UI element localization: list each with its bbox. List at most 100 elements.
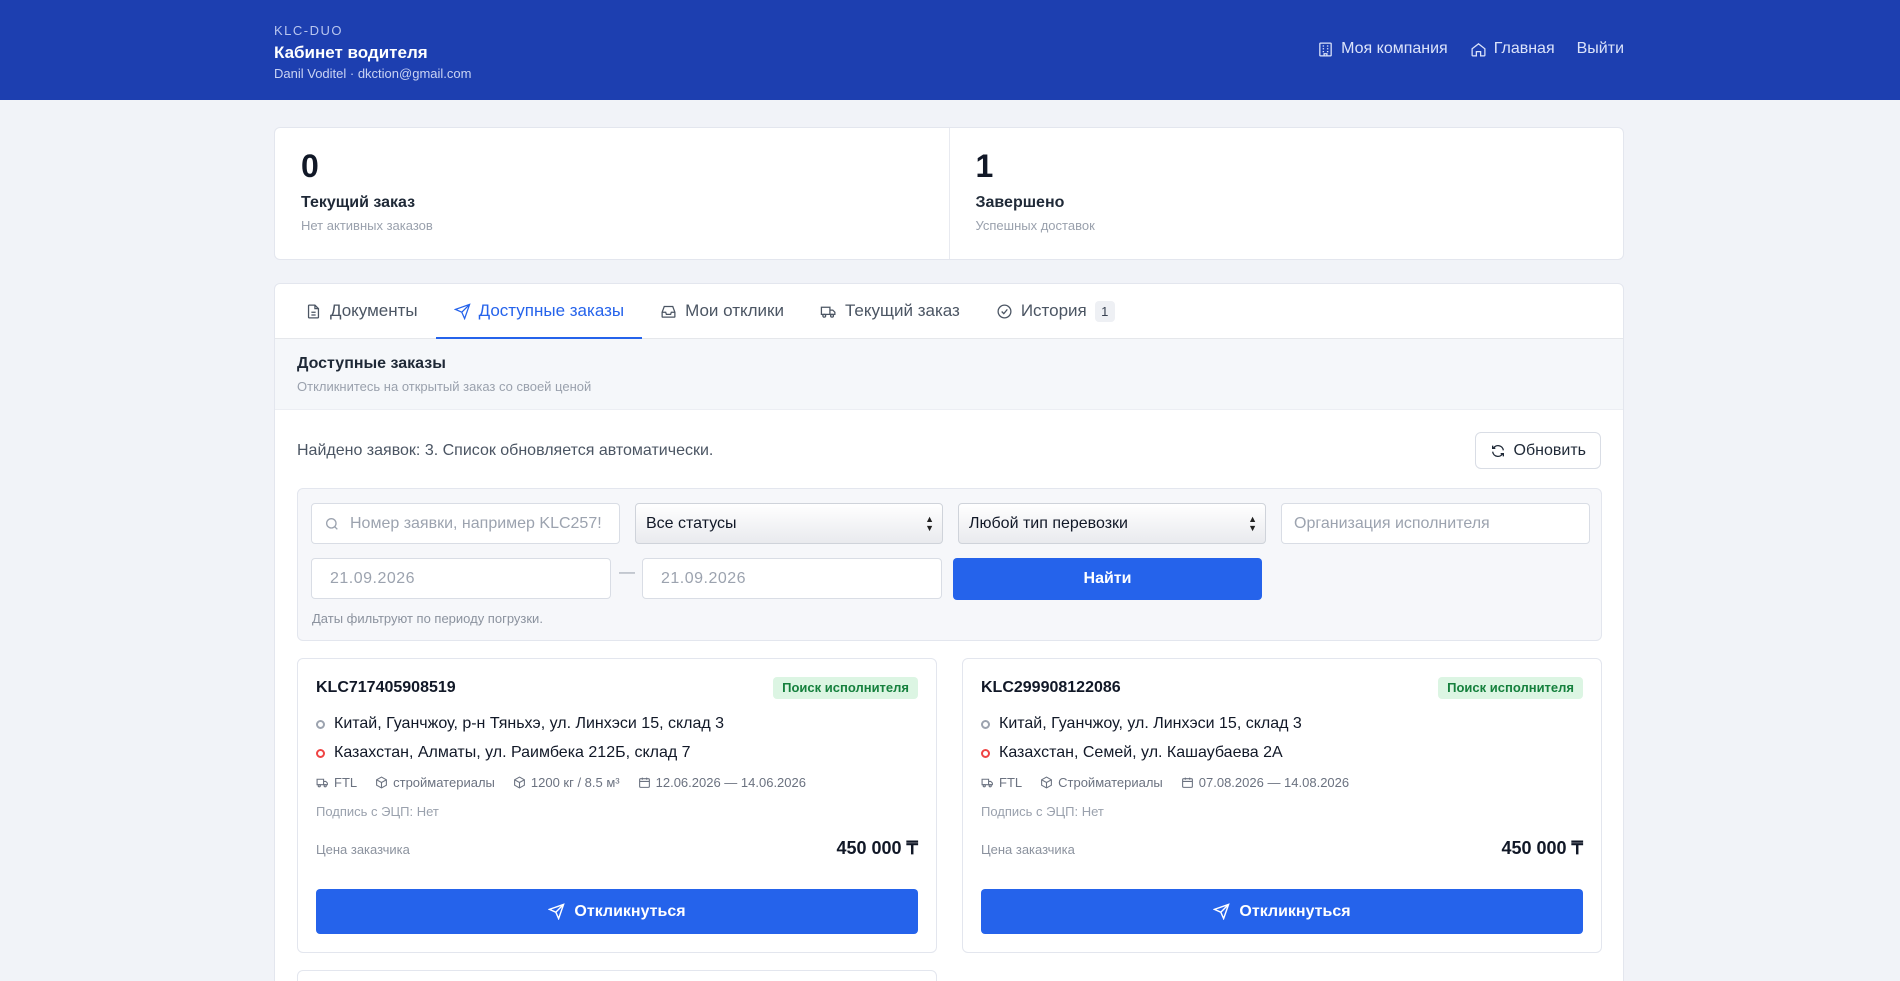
destination-dot-icon [981,748,990,758]
document-icon [307,303,320,319]
find-button[interactable]: Найти [953,558,1262,600]
tab-label: Мои отклики [685,301,784,320]
tab-available-orders[interactable]: Доступные заказы [435,284,643,339]
history-count-badge: 1 [1094,300,1115,322]
status-select-value: Все статусы [646,514,737,532]
status-select[interactable]: Все статусы ▲ ▼ [635,503,943,544]
respond-button[interactable]: Откликнуться [316,889,918,934]
top-nav: Моя компания Главная Выйти [1317,40,1624,58]
meta-cargo-text: стройматериалы [393,775,495,790]
refresh-icon [1491,444,1504,457]
tab-current-order[interactable]: Текущий заказ [802,284,978,338]
nav-my-company-label: Моя компания [1341,40,1448,57]
route-to: Казахстан, Семей, ул. Кашаубаева 2А [981,744,1283,762]
tab-label: Текущий заказ [844,301,960,320]
meta-type: FTL [316,775,357,790]
status-badge: Поиск исполнителя [773,677,918,699]
price-label: Цена заказчика [981,842,1075,857]
route-from-text: Китай, Гуанчжоу, р-н Тяньхэ, ул. Линхэси… [334,715,725,732]
date-from-input[interactable]: 21.09.2026 [311,558,611,599]
page-title: Кабинет водителя [274,43,428,62]
route-to-text: Казахстан, Семей, ул. Кашаубаева 2А [999,744,1283,761]
refresh-label: Обновить [1513,441,1586,459]
top-header: KLC-DUO Кабинет водителя Danil Voditel ·… [0,0,1900,100]
search-icon [326,517,338,530]
home-icon [1471,42,1486,57]
orders-panel: Документы Доступные заказы Мои отклики Т… [274,283,1624,981]
meta-type: FTL [981,775,1022,790]
order-card-partial [297,970,937,981]
inbox-icon [661,305,676,318]
refresh-button[interactable]: Обновить [1474,432,1601,469]
calendar-icon [1181,777,1193,788]
transport-type-select[interactable]: Любой тип перевозки ▲ ▼ [958,503,1266,544]
stats-panel: 0 Текущий заказ Нет активных заказов 1 З… [274,127,1624,260]
tab-label: История [1020,301,1087,320]
status-badge: Поиск исполнителя [1438,677,1583,699]
stat-label: Текущий заказ [301,193,416,211]
meta-weight-text: 1200 кг / 8.5 м³ [530,775,620,790]
filters-panel: Номер заявки, например KLC257! Все стату… [297,488,1602,641]
send-icon [1213,903,1231,920]
select-arrows-icon: ▲ ▼ [925,514,934,533]
route-from-text: Китай, Гуанчжоу, ул. Линхэси 15, склад 3 [999,715,1302,732]
stat-value: 0 [301,148,319,184]
route-from: Китай, Гуанчжоу, ул. Линхэси 15, склад 3 [981,715,1302,733]
date-to-value: 21.09.2026 [661,569,747,587]
meta-cargo: стройматериалы [375,775,495,790]
meta-dates-text: 12.06.2026 — 14.06.2026 [655,775,806,790]
tab-documents[interactable]: Документы [287,284,436,338]
section-subtitle: Откликнитесь на открытый заказ со своей … [297,379,592,394]
package-icon [1041,776,1053,789]
destination-dot-icon [316,748,325,758]
nav-logout-label: Выйти [1576,40,1624,57]
organization-placeholder: Организация исполнителя [1294,514,1490,532]
stat-current-order: 0 Текущий заказ Нет активных заказов [275,128,949,259]
route-to: Казахстан, Алматы, ул. Раимбека 212Б, ск… [316,744,691,762]
calendar-icon [638,777,650,788]
nav-logout[interactable]: Выйти [1577,40,1624,58]
price-label: Цена заказчика [316,842,410,857]
meta-cargo-text: Стройматериалы [1058,775,1163,790]
search-placeholder: Номер заявки, например KLC257! [350,514,602,532]
tab-history[interactable]: История 1 [978,284,1133,338]
respond-label: Откликнуться [1239,902,1351,920]
meta-dates-text: 07.08.2026 — 14.08.2026 [1198,775,1350,790]
filter-hint: Даты фильтруют по периоду погрузки. [312,611,543,626]
search-input[interactable]: Номер заявки, например KLC257! [311,503,620,544]
package-icon [376,776,388,789]
route-from: Китай, Гуанчжоу, р-н Тяньхэ, ул. Линхэси… [316,715,724,733]
digital-signature-info: Подпись с ЭЦП: Нет [981,804,1104,819]
origin-dot-icon [981,719,990,729]
date-from-value: 21.09.2026 [330,569,416,587]
nav-my-company[interactable]: Моя компания [1317,40,1448,58]
stat-sub: Нет активных заказов [301,217,433,233]
stat-sub: Успешных доставок [975,217,1095,233]
meta-dates: 12.06.2026 — 14.06.2026 [638,775,806,790]
truck-icon [981,778,993,788]
order-meta: FTL Стройматериалы 07.08.2026 — 14.08.20… [981,775,1349,790]
send-icon [548,903,566,920]
respond-label: Откликнуться [574,902,686,920]
digital-signature-info: Подпись с ЭЦП: Нет [316,804,439,819]
send-icon [453,302,471,320]
price-value: 450 000 ₸ [836,838,918,858]
meta-dates: 07.08.2026 — 14.08.2026 [1181,775,1349,790]
respond-button[interactable]: Откликнуться [981,889,1583,934]
meta-weight: 1200 кг / 8.5 м³ [513,775,620,790]
route-to-text: Казахстан, Алматы, ул. Раимбека 212Б, ск… [334,744,691,761]
nav-home[interactable]: Главная [1470,40,1555,58]
tab-my-responses[interactable]: Мои отклики [642,284,802,338]
order-card: KLC717405908519 Поиск исполнителя Китай,… [297,658,937,953]
stat-completed: 1 Завершено Успешных доставок [948,128,1624,259]
order-id: KLC299908122086 [981,679,1121,696]
organization-input[interactable]: Организация исполнителя [1281,503,1590,544]
check-circle-icon [997,303,1012,319]
truck-icon [316,778,328,788]
date-separator: — [619,564,635,581]
date-to-input[interactable]: 21.09.2026 [642,558,942,599]
building-icon [1319,41,1332,57]
select-arrows-icon: ▲ ▼ [1248,514,1257,533]
order-card: KLC299908122086 Поиск исполнителя Китай,… [962,658,1602,953]
tab-label: Документы [330,301,418,320]
